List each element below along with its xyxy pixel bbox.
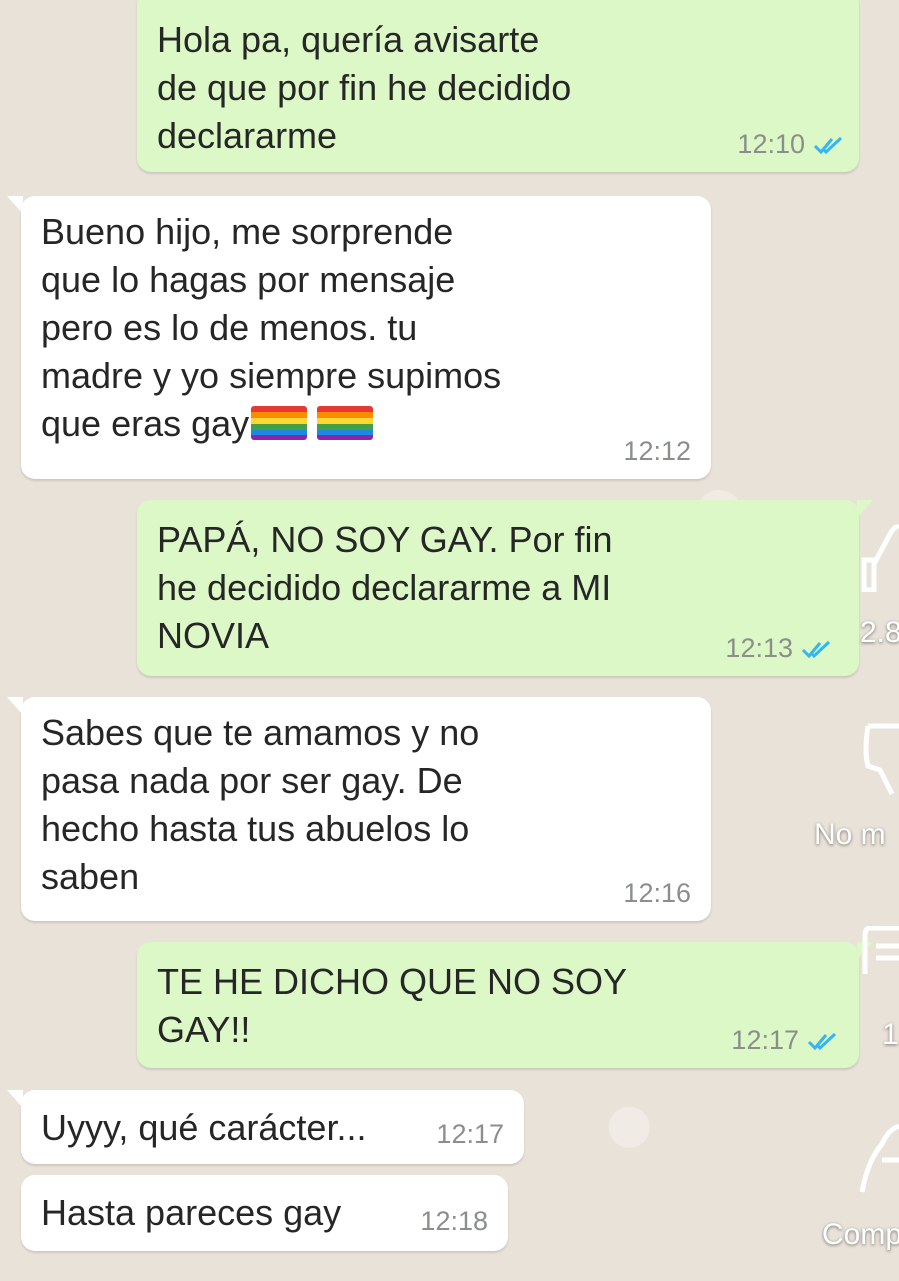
dislike-label: No m [814, 818, 886, 851]
message-meta: 12:12 [623, 436, 691, 467]
message-bubble-incoming[interactable]: Sabes que te amamos y no pasa nada por s… [7, 697, 711, 921]
message-bubble-incoming[interactable]: Hasta pareces gay 12:18 [21, 1175, 508, 1251]
message-text: Bueno hijo, me sorprende que lo hagas po… [41, 208, 501, 448]
bubble-tail [7, 1090, 23, 1108]
bubble-tail [857, 500, 873, 518]
comments-icon[interactable] [862, 926, 899, 984]
bubble-tail [7, 697, 23, 715]
message-text: PAPÁ, NO SOY GAY. Por fin he decidido de… [157, 519, 613, 656]
thumbs-down-icon[interactable] [862, 722, 899, 798]
message-meta: 12:18 [420, 1206, 488, 1237]
double-check-icon [813, 136, 843, 154]
double-check-icon [807, 1032, 837, 1050]
message-text: TE HE DICHO QUE NO SOY GAY!! [157, 961, 628, 1050]
thumbs-up-icon[interactable] [860, 520, 899, 592]
message-time: 12:16 [623, 878, 691, 908]
message-time: 12:10 [737, 129, 805, 159]
message-time: 12:17 [731, 1025, 799, 1055]
message-bubble-outgoing[interactable]: PAPÁ, NO SOY GAY. Por fin he decidido de… [137, 500, 873, 676]
double-check-icon [801, 640, 831, 658]
message-meta: 12:10 [737, 129, 845, 160]
like-count: 2.8 [860, 616, 899, 649]
comments-count: 1 [882, 1018, 899, 1051]
rainbow-flag-icon [251, 406, 308, 440]
rainbow-flag-icon [317, 406, 374, 440]
message-meta: 12:17 [436, 1119, 504, 1150]
message-text: Hola pa, quería avisarte de que por fin … [157, 19, 572, 156]
message-time: 12:17 [436, 1119, 504, 1149]
message-bubble-outgoing[interactable]: Hola pa, quería avisarte de que por fin … [137, 0, 859, 172]
bubble-tail [7, 196, 23, 214]
share-icon[interactable] [858, 1120, 899, 1196]
message-bubble-incoming[interactable]: Uyyy, qué carácter... 12:17 [7, 1090, 524, 1164]
message-meta: 12:13 [725, 633, 833, 664]
message-bubble-incoming[interactable]: Bueno hijo, me sorprende que lo hagas po… [7, 196, 711, 479]
message-bubble-outgoing[interactable]: TE HE DICHO QUE NO SOY GAY!! 12:17 [137, 942, 873, 1068]
message-text: Hasta pareces gay [41, 1192, 342, 1233]
message-time: 12:13 [725, 633, 793, 663]
message-meta: 12:16 [623, 878, 691, 909]
message-time: 12:18 [420, 1206, 488, 1236]
message-text: Uyyy, qué carácter... [41, 1107, 367, 1148]
message-text: Sabes que te amamos y no pasa nada por s… [41, 712, 480, 897]
message-time: 12:12 [623, 436, 691, 466]
share-label: Comp [822, 1218, 899, 1251]
message-meta: 12:17 [731, 1025, 839, 1056]
